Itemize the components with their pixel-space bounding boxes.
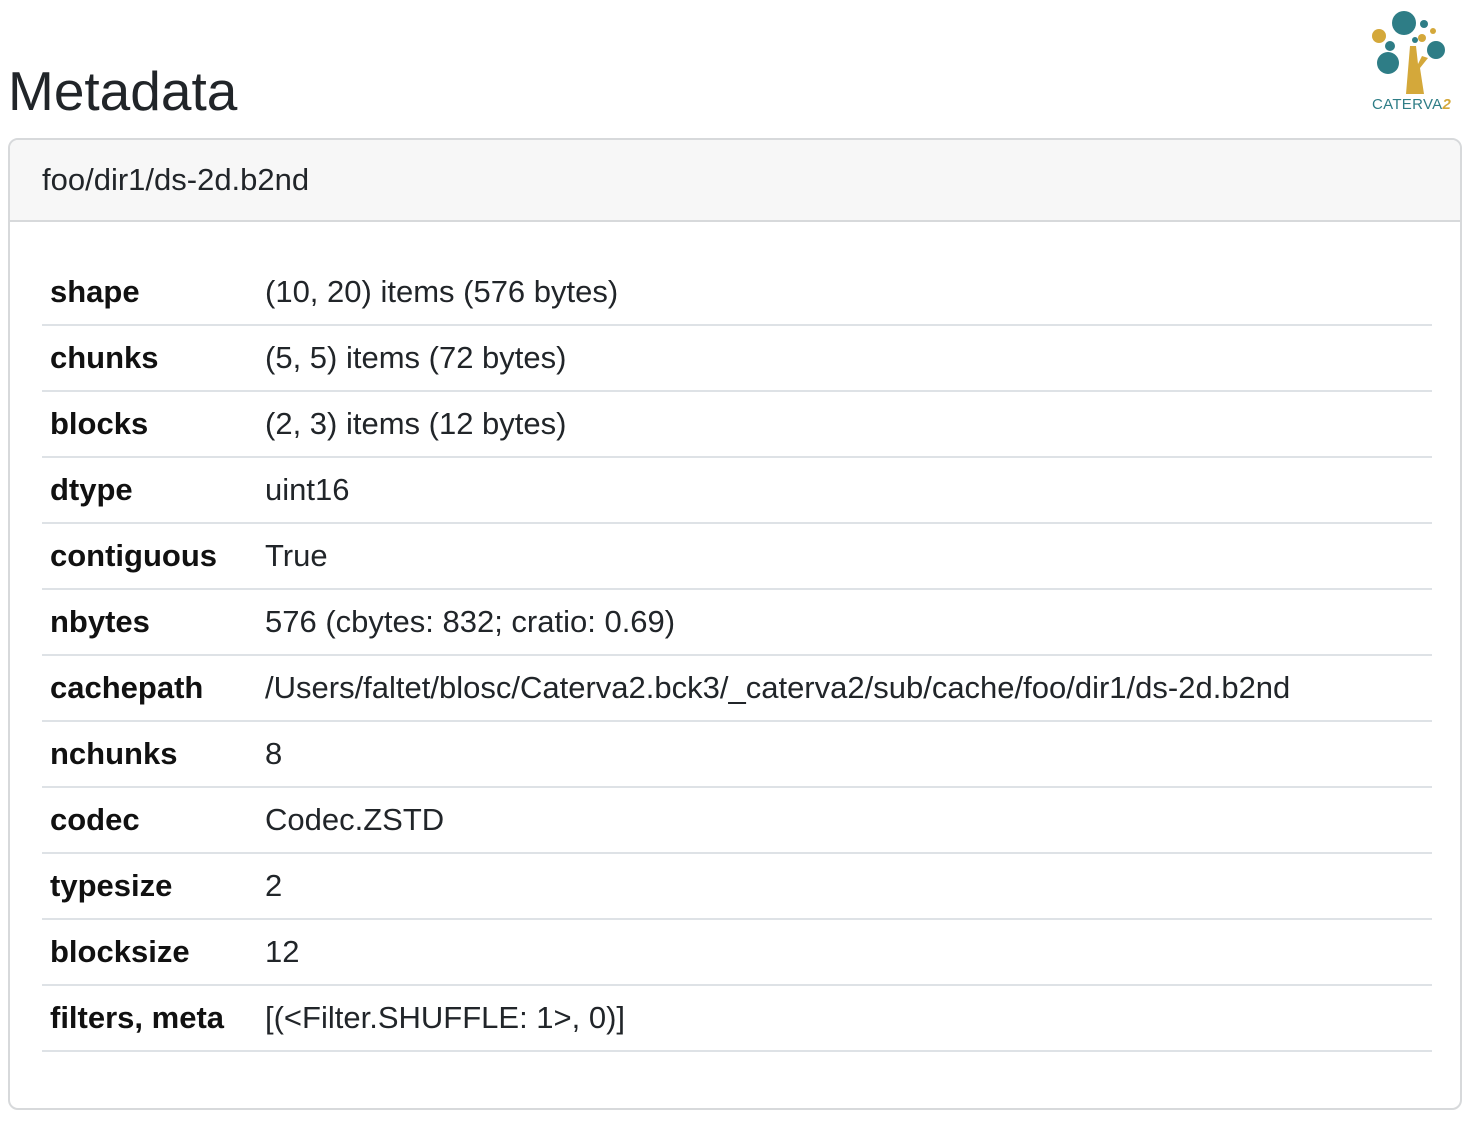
row-value: (10, 20) items (576 bytes) <box>257 260 1432 326</box>
row-key: typesize <box>42 853 257 920</box>
row-value: 576 (cbytes: 832; cratio: 0.69) <box>257 589 1432 656</box>
table-row: dtype uint16 <box>42 457 1432 524</box>
row-value: 2 <box>257 853 1432 920</box>
row-value: Codec.ZSTD <box>257 787 1432 854</box>
row-key: chunks <box>42 325 257 392</box>
table-row: codec Codec.ZSTD <box>42 787 1432 854</box>
row-key: shape <box>42 260 257 326</box>
row-key: cachepath <box>42 655 257 722</box>
row-value: [(<Filter.SHUFFLE: 1>, 0)] <box>257 985 1432 1052</box>
card-header-dataset-path: foo/dir1/ds-2d.b2nd <box>10 140 1460 222</box>
metadata-table: shape (10, 20) items (576 bytes) chunks … <box>42 260 1432 1052</box>
row-key: blocksize <box>42 919 257 986</box>
page-title: Metadata <box>8 60 238 122</box>
row-key: codec <box>42 787 257 854</box>
row-key: filters, meta <box>42 985 257 1052</box>
table-row: nbytes 576 (cbytes: 832; cratio: 0.69) <box>42 589 1432 656</box>
table-row: chunks (5, 5) items (72 bytes) <box>42 325 1432 392</box>
row-value: True <box>257 523 1432 590</box>
row-value: uint16 <box>257 457 1432 524</box>
row-value: 12 <box>257 919 1432 986</box>
logo-wordmark: CATERVA2 <box>1372 96 1452 113</box>
table-row: nchunks 8 <box>42 721 1432 788</box>
row-key: contiguous <box>42 523 257 590</box>
row-value: /Users/faltet/blosc/Caterva2.bck3/_cater… <box>257 655 1432 722</box>
table-row: cachepath /Users/faltet/blosc/Caterva2.b… <box>42 655 1432 722</box>
row-key: nchunks <box>42 721 257 788</box>
table-row: contiguous True <box>42 523 1432 590</box>
table-row: shape (10, 20) items (576 bytes) <box>42 260 1432 326</box>
row-value: (2, 3) items (12 bytes) <box>257 391 1432 458</box>
row-key: blocks <box>42 391 257 458</box>
table-row: typesize 2 <box>42 853 1432 920</box>
row-key: dtype <box>42 457 257 524</box>
metadata-card: foo/dir1/ds-2d.b2nd shape (10, 20) items… <box>8 138 1462 1110</box>
table-row: blocksize 12 <box>42 919 1432 986</box>
row-value: 8 <box>257 721 1432 788</box>
row-key: nbytes <box>42 589 257 656</box>
table-row: blocks (2, 3) items (12 bytes) <box>42 391 1432 458</box>
table-row: filters, meta [(<Filter.SHUFFLE: 1>, 0)] <box>42 985 1432 1052</box>
row-value: (5, 5) items (72 bytes) <box>257 325 1432 392</box>
